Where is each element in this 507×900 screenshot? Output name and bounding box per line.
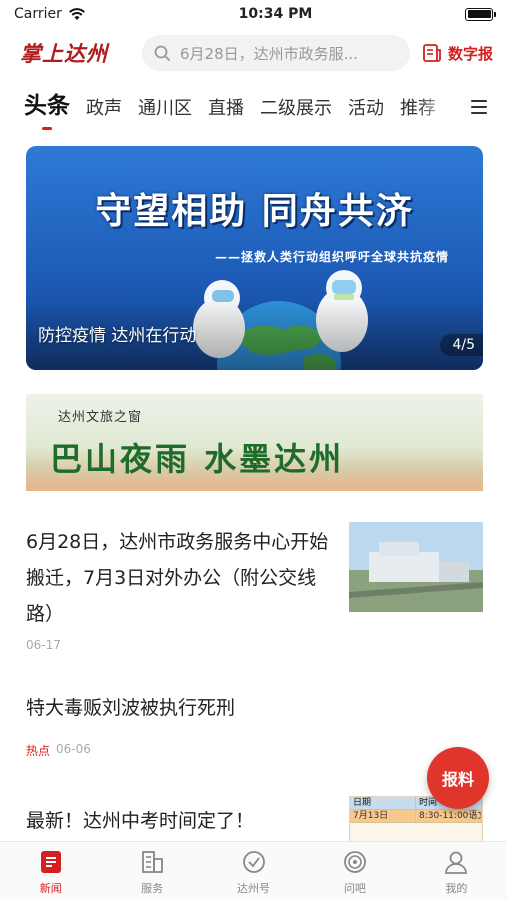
news-tag-hot: 热点 [26, 744, 51, 758]
banner-carousel[interactable]: 守望相助 同舟共济 ——拯救人类行动组织呼吁全球共抗疫情 防控疫情 达州在行动 … [26, 146, 483, 370]
banner-caption: 防控疫情 达州在行动 [38, 326, 197, 346]
news-icon [40, 851, 61, 873]
tabbar-label: 服务 [141, 882, 164, 895]
carrier-label: Carrier [14, 6, 62, 22]
tabbar-news[interactable]: 新闻 [0, 842, 101, 900]
battery-icon [465, 7, 496, 21]
ad-headline: 巴山夜雨 水墨达州 [50, 440, 345, 478]
news-title: 特大毒贩刘波被执行死刑 [26, 697, 236, 719]
news-title: 6月28日，达州市政务服务中心开始搬迁，7月3日对外办公（附公交线路） [26, 531, 329, 625]
ad-small-text: 达州文旅之窗 [58, 410, 143, 425]
news-thumbnail [349, 522, 483, 612]
channel-tabs: 头条 政声 通川区 直播 二级展示 活动 推荐 [0, 84, 507, 130]
status-bar: Carrier 10:34 PM [0, 0, 507, 28]
status-time: 10:34 PM [238, 6, 313, 22]
app-logo: 掌上达州 [20, 41, 108, 66]
tabbar-dazhou-account[interactable]: 达州号 [203, 842, 304, 900]
tabbar-services[interactable]: 服务 [101, 842, 202, 900]
tab-live[interactable]: 直播 [208, 94, 244, 130]
user-icon [445, 851, 468, 874]
search-icon [154, 45, 170, 61]
tab-secondary-display[interactable]: 二级展示 [260, 94, 332, 130]
newspaper-icon [423, 44, 441, 62]
banner-title: 守望相助 同舟共济 [95, 191, 414, 232]
tabbar-label: 问吧 [343, 882, 366, 895]
tab-scroll-fade [418, 84, 454, 130]
news-meta: 热点 06-06 [26, 742, 483, 759]
news-item[interactable]: 6月28日，达州市政务服务中心开始搬迁，7月3日对外办公（附公交线路） 06-1… [26, 520, 483, 660]
search-placeholder: 6月28日，达州市政务服... [180, 44, 358, 63]
tab-government[interactable]: 政声 [86, 94, 122, 130]
tabbar-mine[interactable]: 我的 [406, 842, 507, 900]
news-date: 06-17 [26, 638, 61, 652]
bottom-tab-bar: 新闻 服务 达州号 问吧 我的 [0, 841, 507, 900]
target-icon [344, 851, 366, 873]
digital-newspaper-label: 数字报 [447, 44, 493, 63]
tabbar-label: 新闻 [39, 882, 62, 895]
status-left: Carrier [14, 6, 86, 22]
channel-menu-icon[interactable] [471, 100, 487, 114]
news-date: 06-06 [56, 742, 91, 756]
tabbar-ask[interactable]: 问吧 [304, 842, 405, 900]
wifi-icon [68, 8, 85, 20]
tourism-ad-banner[interactable]: 达州文旅之窗 巴山夜雨 水墨达州 [26, 394, 483, 491]
tab-tongchuan[interactable]: 通川区 [138, 94, 192, 130]
news-item[interactable]: 特大毒贩刘波被执行死刑 热点 06-06 [26, 690, 483, 770]
app-header: 掌上达州 6月28日，达州市政务服... 数字报 [0, 32, 507, 74]
tab-headlines[interactable]: 头条 [24, 86, 70, 130]
search-bar[interactable]: 6月28日，达州市政务服... [142, 35, 410, 71]
news-item[interactable]: 最新！达州中考时间定了！ 日期 时间 7月13日 8:30-11:00语文 [26, 796, 483, 846]
tab-activities[interactable]: 活动 [348, 94, 384, 130]
tabbar-label: 我的 [445, 882, 468, 895]
check-circle-icon [242, 851, 265, 873]
building-icon [142, 851, 164, 873]
report-tip-button[interactable]: 报料 [427, 747, 489, 809]
digital-newspaper-button[interactable]: 数字报 [422, 43, 493, 64]
banner-page-indicator: 4/5 [440, 334, 483, 356]
tabbar-label: 达州号 [237, 882, 271, 895]
